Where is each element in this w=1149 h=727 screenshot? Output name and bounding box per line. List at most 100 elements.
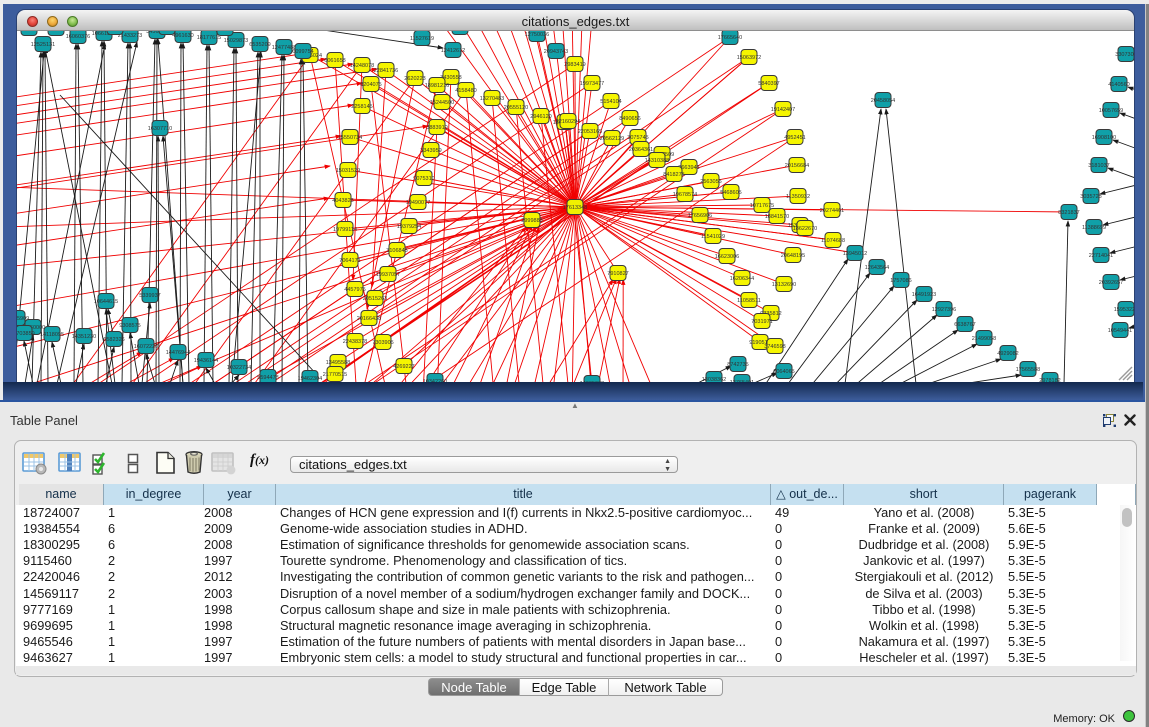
svg-text:15445909: 15445909: [17, 316, 29, 322]
svg-text:19379254: 19379254: [397, 224, 421, 230]
svg-text:7031971: 7031971: [751, 319, 772, 325]
svg-text:3075745: 3075745: [627, 135, 648, 141]
svg-text:2999883: 2999883: [521, 218, 542, 224]
svg-text:12927396: 12927396: [932, 307, 956, 313]
svg-text:18981216: 18981216: [425, 83, 449, 89]
svg-text:2946120: 2946120: [530, 114, 551, 120]
svg-text:11058511: 11058511: [737, 298, 761, 304]
svg-text:8204075: 8204075: [360, 82, 381, 88]
svg-text:7910827: 7910827: [607, 271, 628, 277]
svg-text:12643564: 12643564: [865, 265, 889, 271]
svg-text:18177615: 18177615: [197, 35, 221, 41]
svg-text:9308575: 9308575: [119, 323, 140, 329]
svg-text:9075310: 9075310: [413, 176, 434, 182]
svg-text:21499058: 21499058: [972, 336, 996, 342]
svg-text:21770515: 21770515: [323, 372, 347, 378]
svg-text:19973477: 19973477: [580, 81, 604, 87]
svg-text:5339937: 5339937: [139, 293, 160, 299]
svg-text:10322734: 10322734: [227, 365, 251, 371]
svg-text:13132690: 13132690: [772, 282, 796, 288]
svg-text:15244500: 15244500: [430, 100, 454, 106]
svg-text:19725914: 19725914: [213, 31, 237, 32]
svg-text:6638767: 6638767: [954, 322, 975, 328]
svg-text:4457975: 4457975: [344, 287, 365, 293]
svg-text:3106848: 3106848: [386, 248, 407, 254]
svg-text:13945012: 13945012: [843, 251, 867, 257]
svg-text:22714041: 22714041: [1089, 253, 1113, 259]
svg-text:11541029: 11541029: [701, 234, 725, 240]
svg-text:15029873: 15029873: [224, 38, 248, 44]
svg-text:20274461: 20274461: [820, 208, 844, 214]
svg-text:1757086: 1757086: [890, 278, 911, 284]
svg-text:8418275: 8418275: [663, 172, 684, 178]
svg-text:20555120: 20555120: [504, 105, 528, 111]
svg-text:3746598: 3746598: [764, 344, 785, 350]
svg-text:8742735: 8742735: [727, 362, 748, 368]
svg-text:17406879: 17406879: [17, 31, 41, 32]
svg-text:10717675: 10717675: [750, 203, 774, 209]
svg-text:11350932: 11350932: [786, 194, 810, 200]
svg-text:15063972: 15063972: [737, 55, 761, 61]
svg-text:4158480: 4158480: [455, 88, 476, 94]
svg-text:11527619: 11527619: [410, 36, 434, 42]
svg-text:6061658: 6061658: [324, 58, 345, 64]
svg-text:20458054: 20458054: [871, 98, 895, 104]
svg-text:19436144: 19436144: [194, 358, 218, 364]
svg-text:16623006: 16623006: [715, 254, 739, 260]
svg-text:2983419: 2983419: [564, 62, 585, 68]
svg-text:5468605: 5468605: [720, 190, 741, 196]
svg-text:4043823: 4043823: [332, 198, 353, 204]
svg-text:14248078: 14248078: [350, 63, 374, 69]
svg-text:4929082: 4929082: [997, 351, 1018, 357]
svg-text:6582326: 6582326: [103, 337, 124, 343]
svg-text:15031529: 15031529: [336, 168, 360, 174]
svg-text:12750036: 12750036: [525, 32, 549, 38]
svg-text:16307710: 16307710: [148, 126, 172, 132]
svg-text:17565588: 17565588: [1016, 367, 1040, 373]
svg-text:22841736: 22841736: [374, 68, 398, 74]
svg-text:3307301: 3307301: [1115, 52, 1134, 58]
svg-text:7064171: 7064171: [339, 258, 360, 264]
svg-text:7303905: 7303905: [372, 340, 393, 346]
svg-text:15149848: 15149848: [44, 31, 68, 32]
svg-text:17613348: 17613348: [563, 205, 587, 211]
svg-text:6064065: 6064065: [773, 369, 794, 375]
svg-text:20562129: 20562129: [600, 136, 624, 142]
svg-text:3035728: 3035728: [1080, 194, 1101, 200]
svg-text:19937057: 19937057: [376, 272, 400, 278]
svg-text:14476944: 14476944: [166, 350, 190, 356]
svg-text:19678574: 19678574: [673, 192, 697, 198]
svg-text:22438378: 22438378: [343, 339, 367, 345]
svg-text:4269227: 4269227: [393, 364, 414, 370]
svg-text:19799114: 19799114: [333, 227, 357, 233]
svg-text:12525131: 12525131: [31, 42, 55, 48]
svg-text:10549441: 10549441: [1108, 328, 1132, 334]
svg-text:14118095: 14118095: [40, 332, 64, 338]
svg-text:8490656: 8490656: [619, 116, 640, 122]
svg-text:8321837: 8321837: [1058, 210, 1079, 216]
svg-text:20392657: 20392657: [1099, 280, 1123, 286]
svg-text:14351230: 14351230: [72, 334, 96, 340]
svg-text:6535209: 6535209: [249, 42, 270, 48]
svg-text:3181037: 3181037: [1088, 163, 1109, 169]
svg-text:3343959: 3343959: [420, 148, 441, 154]
svg-text:16908100: 16908100: [1092, 135, 1116, 141]
svg-text:2620223: 2620223: [404, 76, 425, 82]
svg-text:18622670: 18622670: [793, 226, 817, 232]
svg-text:5840397: 5840397: [758, 81, 779, 87]
svg-text:4952451: 4952451: [784, 135, 805, 141]
svg-text:20648195: 20648195: [781, 253, 805, 259]
svg-text:16072228: 16072228: [134, 344, 158, 350]
svg-text:19490077: 19490077: [406, 200, 430, 206]
svg-text:20166438: 20166438: [357, 316, 381, 322]
svg-text:17665640: 17665640: [718, 35, 742, 41]
svg-text:14310388: 14310388: [645, 158, 669, 164]
svg-text:10057659: 10057659: [1099, 108, 1123, 114]
svg-text:6099754: 6099754: [292, 49, 313, 55]
svg-text:15953222: 15953222: [1114, 307, 1134, 313]
svg-text:4961630: 4961630: [172, 33, 193, 39]
svg-text:13495588: 13495588: [326, 360, 350, 366]
svg-text:19142407: 19142407: [771, 107, 795, 113]
svg-text:20515263: 20515263: [363, 296, 387, 302]
svg-text:16491923: 16491923: [912, 292, 936, 298]
